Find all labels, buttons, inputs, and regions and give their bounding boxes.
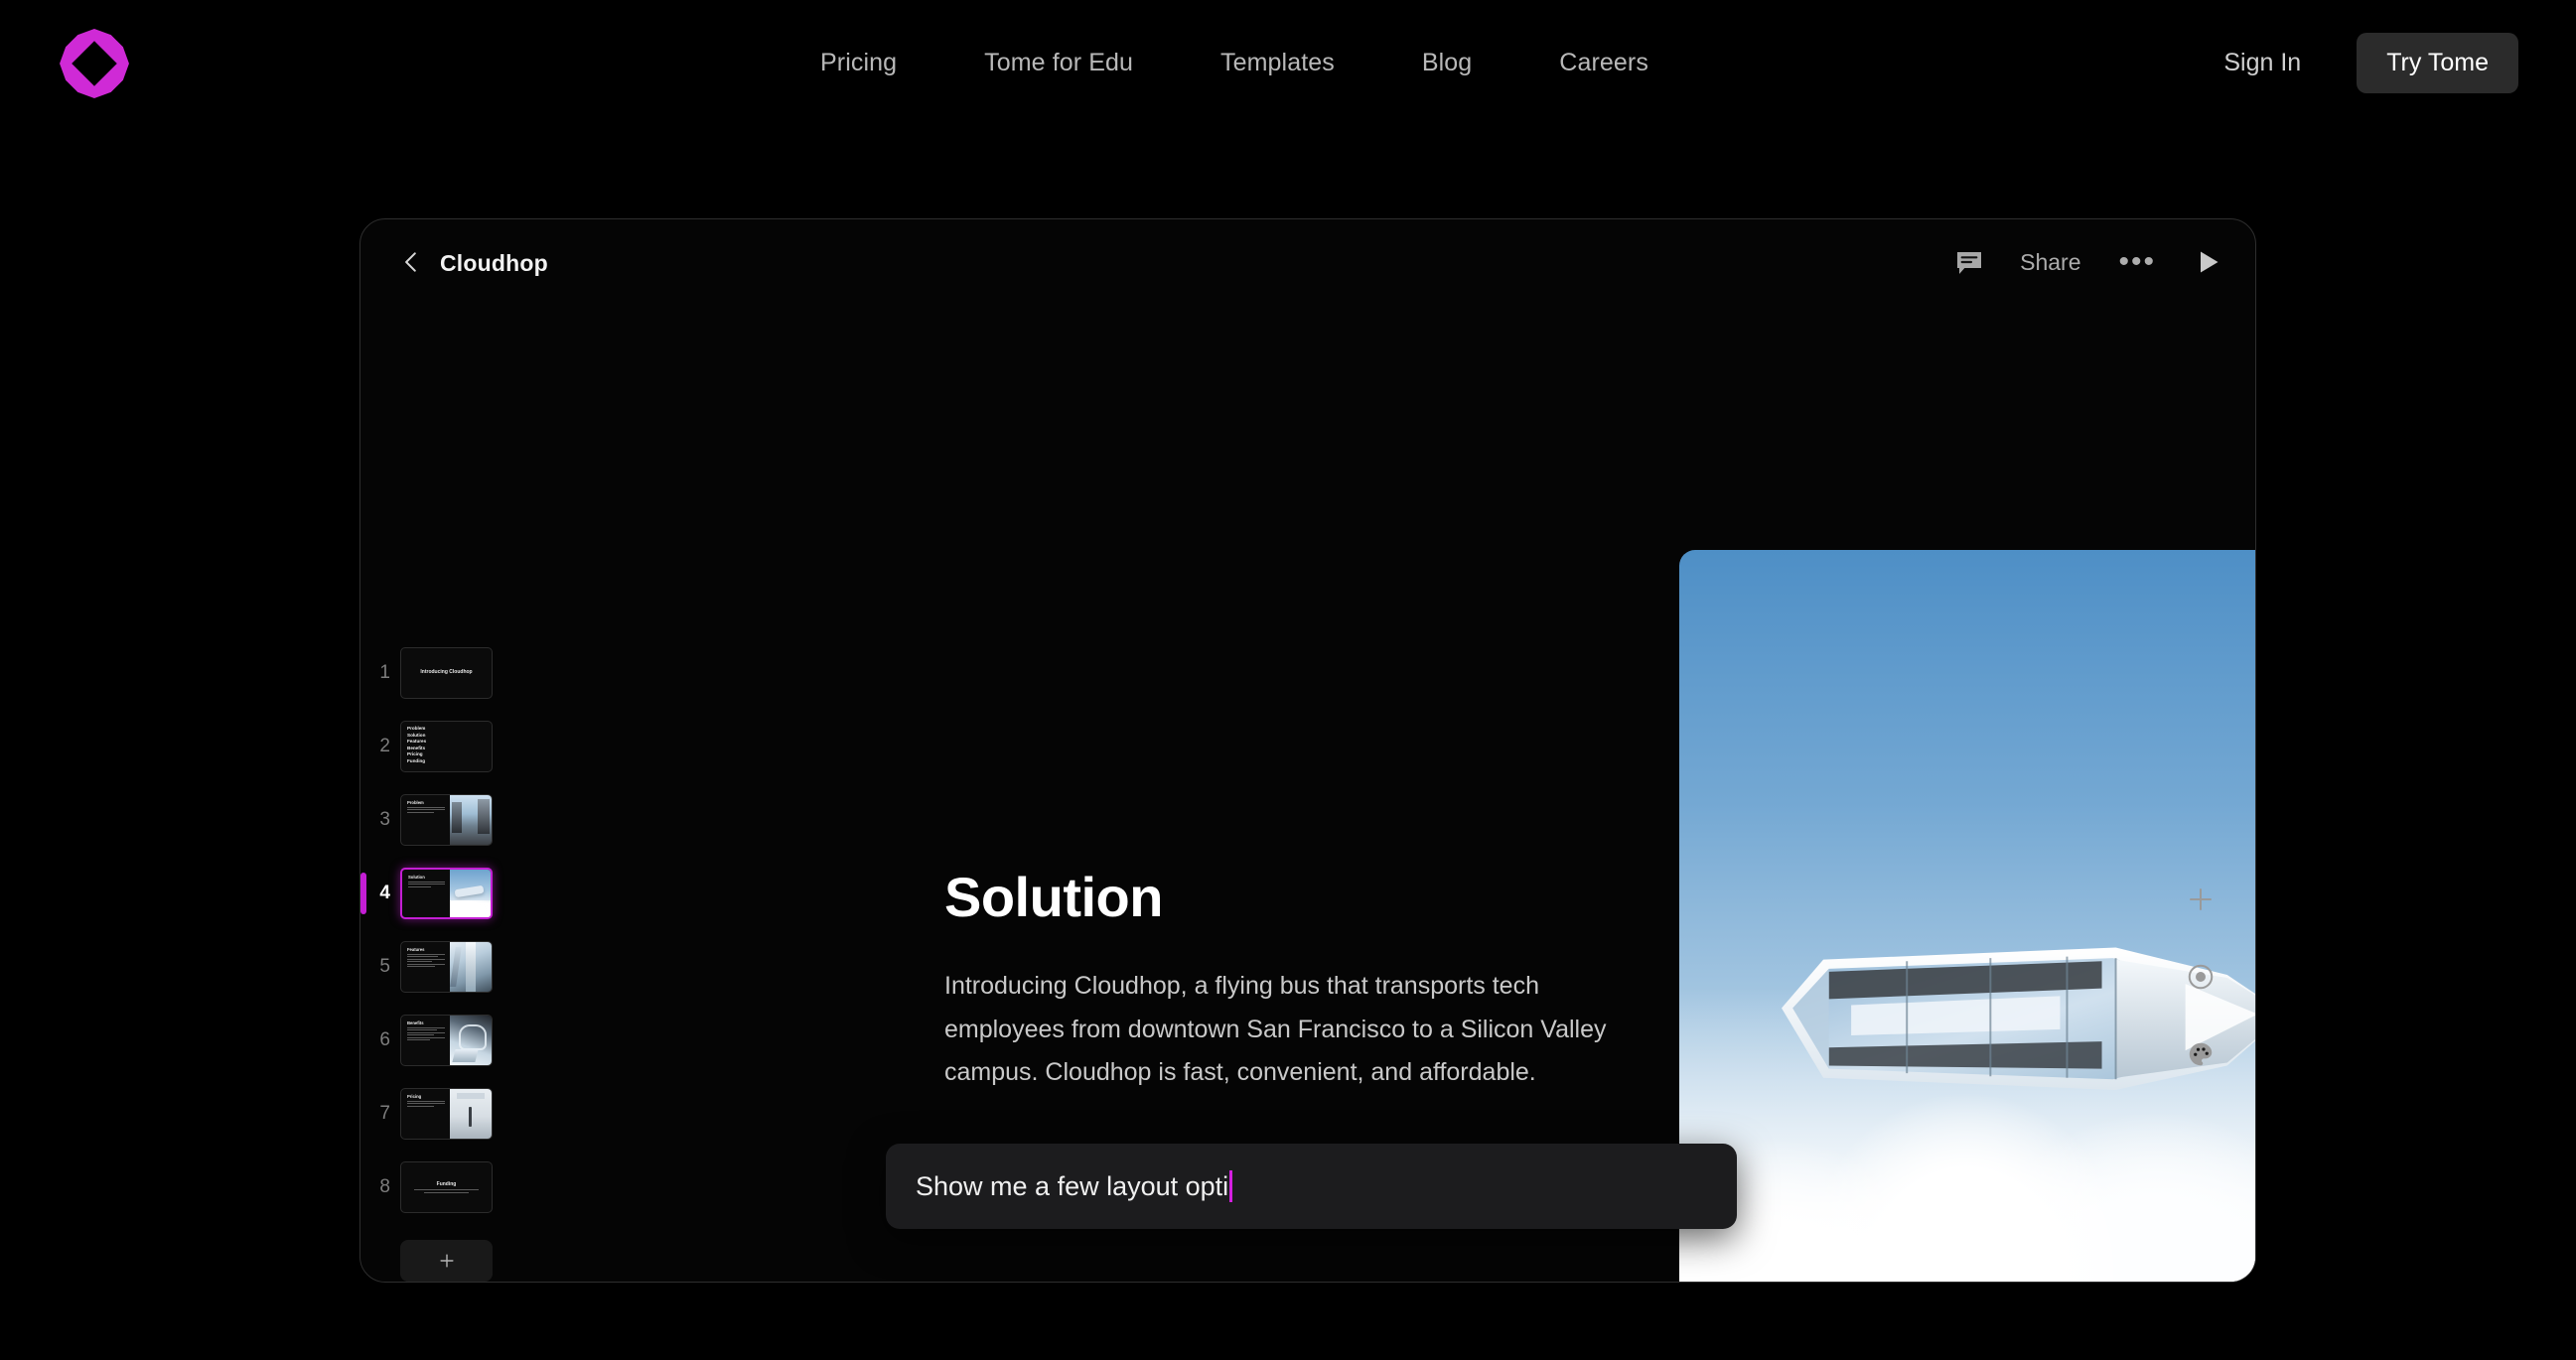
thumbnail-body-lines: [407, 807, 446, 813]
thumbnail-number: 8: [379, 1176, 390, 1197]
thumbnail-3[interactable]: Problem: [400, 794, 493, 846]
thumbnail-number: 2: [379, 736, 390, 756]
thumbnail-agenda-list: Problem Solution Features Benefits Prici…: [401, 722, 426, 771]
thumbnail-row-5[interactable]: 5 Features: [360, 930, 529, 1004]
tome-logo-icon: [60, 29, 129, 98]
nav-link-templates[interactable]: Templates: [1177, 49, 1378, 77]
palette-icon: [2189, 1042, 2213, 1066]
ai-prompt-input[interactable]: Show me a few layout opti: [886, 1144, 1737, 1229]
comment-icon: [1957, 252, 1982, 274]
comment-button[interactable]: [1952, 245, 1986, 279]
selection-indicator: [360, 873, 366, 914]
thumbnail-2[interactable]: Problem Solution Features Benefits Prici…: [400, 721, 493, 772]
editor-toolbar: Cloudhop Share •••: [360, 219, 2255, 305]
thumbnail-title: Problem: [407, 800, 424, 805]
thumbnail-number: 1: [379, 662, 390, 683]
tome-editor-window: Cloudhop Share ••• 1 Introducing Cloudho…: [359, 218, 2256, 1283]
thumbnail-body-lines: [407, 1101, 446, 1107]
agenda-item: Problem: [407, 726, 426, 731]
text-cursor: [1229, 1170, 1233, 1202]
thumbnail-1[interactable]: Introducing Cloudhop: [400, 647, 493, 699]
add-slide-button[interactable]: [400, 1240, 493, 1282]
site-navigation-bar: Pricing Tome for Edu Templates Blog Care…: [0, 0, 2576, 125]
nav-link-blog[interactable]: Blog: [1378, 49, 1515, 77]
thumbnail-number: 5: [379, 956, 390, 977]
thumbnail-row-1[interactable]: 1 Introducing Cloudhop: [360, 636, 529, 710]
thumbnail-number: 4: [379, 883, 390, 903]
nav-links: Pricing Tome for Edu Templates Blog Care…: [820, 0, 1692, 125]
sign-in-link[interactable]: Sign In: [2223, 49, 2301, 77]
record-circle-icon: [2188, 964, 2214, 990]
share-button[interactable]: Share: [2020, 249, 2080, 276]
back-button[interactable]: [398, 249, 424, 275]
slide-hero-image[interactable]: [1679, 550, 2255, 1282]
thumbnail-8[interactable]: Funding: [400, 1161, 493, 1213]
nav-link-pricing[interactable]: Pricing: [820, 49, 940, 77]
prompt-input-value: Show me a few layout opti: [916, 1170, 1229, 1201]
present-button[interactable]: [2194, 248, 2221, 276]
theme-button[interactable]: [2184, 1037, 2218, 1071]
thumbnail-row-6[interactable]: 6 Benefits: [360, 1004, 529, 1077]
try-tome-button[interactable]: Try Tome: [2357, 32, 2518, 93]
thumbnail-row-2[interactable]: 2 Problem Solution Features Benefits Pri…: [360, 710, 529, 783]
thumbnail-title: Features: [407, 947, 425, 952]
thumbnail-title: Benefits: [407, 1020, 424, 1025]
agenda-item: Features: [407, 739, 427, 745]
chevron-left-icon: [405, 252, 416, 272]
thumbnail-image: [450, 795, 492, 845]
thumbnail-body-lines: [414, 1189, 479, 1193]
nav-actions: Sign In Try Tome: [2223, 0, 2518, 125]
thumbnail-title: Introducing Cloudhop: [420, 669, 473, 675]
thumbnail-row-7[interactable]: 7 Pricing: [360, 1077, 529, 1151]
slide-body-text[interactable]: Introducing Cloudhop, a flying bus that …: [944, 965, 1640, 1095]
thumbnail-body-lines: [407, 1027, 446, 1040]
nav-link-careers[interactable]: Careers: [1515, 49, 1692, 77]
plus-icon: [439, 1254, 454, 1268]
thumbnail-number: 6: [379, 1029, 390, 1050]
slide-heading[interactable]: Solution: [944, 865, 1640, 929]
thumbnail-body-lines: [407, 954, 446, 967]
slide-text-block: Solution Introducing Cloudhop, a flying …: [944, 865, 1640, 1095]
thumbnail-6[interactable]: Benefits: [400, 1015, 493, 1066]
record-button[interactable]: [2184, 960, 2218, 994]
thumbnail-image: [450, 1089, 492, 1139]
thumbnail-image: [450, 870, 491, 917]
thumbnail-number: 3: [379, 809, 390, 830]
plus-icon: [2190, 888, 2212, 910]
thumbnail-7[interactable]: Pricing: [400, 1088, 493, 1140]
right-tool-rail-top: [2184, 883, 2218, 1115]
thumbnail-image: [450, 942, 492, 992]
thumbnail-title: Funding: [436, 1181, 457, 1188]
document-title: Cloudhop: [440, 250, 548, 276]
thumbnail-body-lines: [408, 882, 446, 887]
thumbnail-5[interactable]: Features: [400, 941, 493, 993]
thumbnail-row-3[interactable]: 3 Problem: [360, 783, 529, 857]
thumbnail-row-8[interactable]: 8 Funding: [360, 1151, 529, 1224]
thumbnail-4[interactable]: Solution: [400, 868, 493, 919]
slide-thumbnail-list: 1 Introducing Cloudhop 2 Problem Solutio…: [360, 636, 529, 1282]
play-icon: [2201, 251, 2218, 273]
nav-link-tome-for-edu[interactable]: Tome for Edu: [940, 49, 1177, 77]
tome-logo[interactable]: [57, 26, 132, 101]
thumbnail-title: Solution: [408, 875, 425, 880]
thumbnail-title: Pricing: [407, 1094, 422, 1099]
thumbnail-number: 7: [379, 1103, 390, 1124]
thumbnail-row-4[interactable]: 4 Solution: [360, 857, 529, 930]
more-options-button[interactable]: •••: [2118, 247, 2156, 277]
agenda-item: Funding: [407, 757, 426, 763]
add-element-button[interactable]: [2184, 883, 2218, 916]
thumbnail-image: [450, 1016, 492, 1065]
